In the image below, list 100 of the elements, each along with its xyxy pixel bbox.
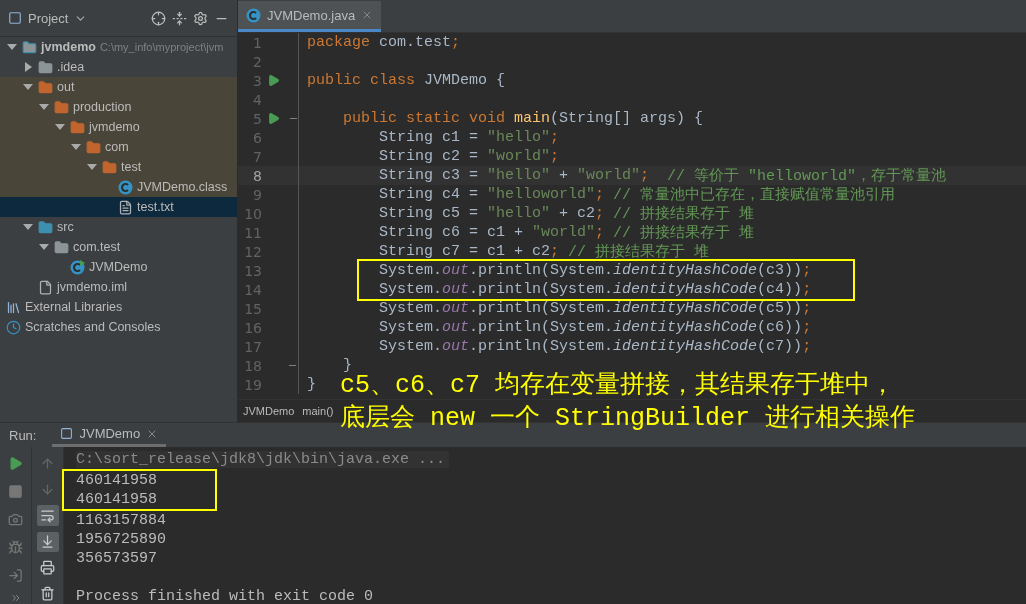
code-token: (c6)) [757,319,803,336]
line-number: 16 [243,319,262,336]
code-token: System. [378,262,443,279]
panel-title[interactable]: Project [28,10,69,26]
console-line: 1956725890 [76,530,167,549]
expanded-arrow-icon[interactable] [23,84,33,90]
expanded-arrow-icon[interactable] [55,124,65,130]
console-line: 460141958 [76,490,158,509]
expanded-arrow-icon[interactable] [7,44,17,50]
run-tab[interactable]: JVMDemo [52,423,167,447]
folder-icon [38,79,53,95]
code-token: ; [802,300,812,317]
code-token: main [514,110,551,127]
collapse-icon[interactable] [172,10,187,26]
breadcrumb-item[interactable]: main() [302,405,334,417]
code-token: System. [378,338,443,355]
annotation-text: 底层会 new 一个 StringBuilder 进行相关操作 [340,403,916,435]
line-number: 6 [252,129,262,146]
code-token: + [558,167,570,184]
line-number: 2 [252,53,262,70]
code-token: "world" [532,224,596,241]
expanded-arrow-icon[interactable] [23,224,33,230]
console-line: 356573597 [76,549,158,568]
run-icon[interactable] [267,74,280,87]
text-file-icon [118,199,133,215]
breadcrumb-item[interactable]: JVMDemo [243,405,295,417]
tree-item[interactable]: src [0,217,237,237]
soft-wrap-button[interactable] [36,505,59,526]
tree-label: .idea [57,60,85,74]
code-token: (c3)) [757,262,803,279]
tree-item[interactable]: com [0,137,237,157]
code-token: out [442,338,470,355]
tree-item[interactable]: production [0,97,237,117]
code-token: package [307,34,370,51]
line-number: 18 [243,357,262,374]
console-line: Process finished with exit code 0 [76,587,375,604]
line-number: 12 [243,243,262,260]
code-token: JVMDemo { [423,72,506,89]
tree-label: src [57,220,74,234]
expanded-arrow-icon[interactable] [39,104,49,110]
annotation-text: c5、c6、c7 均存在变量拼接，其结果存于堆中， [340,371,897,402]
code-token: // 等价于 "helloworld"，存于常量池 [666,166,947,185]
line-number: 19 [243,376,262,393]
code-token: "world" [577,167,641,184]
tree-item[interactable]: jvmdemo C:\my_info\myproject\jvm [0,37,237,57]
settings-icon[interactable] [193,10,208,26]
stop-icon [8,484,23,500]
tree-label: Scratches and Consoles [25,320,161,334]
class-icon [118,179,133,195]
code-token: identityHashCode [613,319,758,336]
tree-item[interactable]: test.txt [0,197,237,217]
line-number: 7 [252,148,262,165]
tree-item[interactable]: Scratches and Consoles [0,317,237,337]
code-token: String c6 = c1 + [378,224,525,241]
line-number: 17 [243,338,262,355]
tree-item[interactable]: JVMDemo [0,257,237,277]
tree-item[interactable]: test [0,157,237,177]
expanded-arrow-icon[interactable] [39,244,49,250]
more-icon[interactable] [9,592,22,604]
tree-item[interactable]: com.test [0,237,237,257]
code-token: System. [378,281,443,298]
scroll-to-end-button[interactable] [36,531,59,552]
tree-label: JVMDemo [89,260,148,274]
code-token: .println(System. [469,338,614,355]
tree-item[interactable]: jvmdemo [0,117,237,137]
console-command: C:\sort_release\jdk8\jdk\bin\java.exe ... [76,450,1026,469]
code-token: String c5 = [378,205,480,222]
editor-tab[interactable]: JVMDemo.java [238,1,382,32]
folder-icon [54,99,69,115]
tree-item[interactable]: JVMDemo.class [0,177,237,197]
code-token: String c4 = [378,186,480,203]
tree-item[interactable]: External Libraries [0,297,237,317]
line-number: 15 [243,300,262,317]
tree-label: test.txt [137,200,174,214]
expanded-arrow-icon[interactable] [71,144,81,150]
tree-label: com [105,140,129,154]
run-icon [8,456,23,472]
line-number: 5 [252,110,262,127]
code-token: .println(System. [469,300,614,317]
code-token: (String[] args) { [550,110,704,127]
code-token: ; [595,224,605,241]
code-token: ; [595,205,605,222]
locate-icon[interactable] [151,10,166,26]
code-token: System. [378,300,443,317]
code-token: .println(System. [469,281,614,298]
bug-icon [8,539,23,555]
code-token: out [442,262,470,279]
tree-item[interactable]: jvmdemo.iml [0,277,237,297]
code-token: // 拼接结果存于 堆 [568,242,710,261]
tree-item[interactable]: out [0,77,237,97]
print-icon [40,560,55,576]
run-icon[interactable] [267,112,280,125]
console-icon [60,427,74,440]
code-token: // 拼接结果存于 堆 [613,223,755,242]
folder-icon [86,139,101,155]
code-token: "world" [487,148,551,165]
tree-label: production [73,100,132,114]
code-token: (c5)) [757,300,803,317]
expanded-arrow-icon[interactable] [87,164,97,170]
file-icon [38,279,53,295]
